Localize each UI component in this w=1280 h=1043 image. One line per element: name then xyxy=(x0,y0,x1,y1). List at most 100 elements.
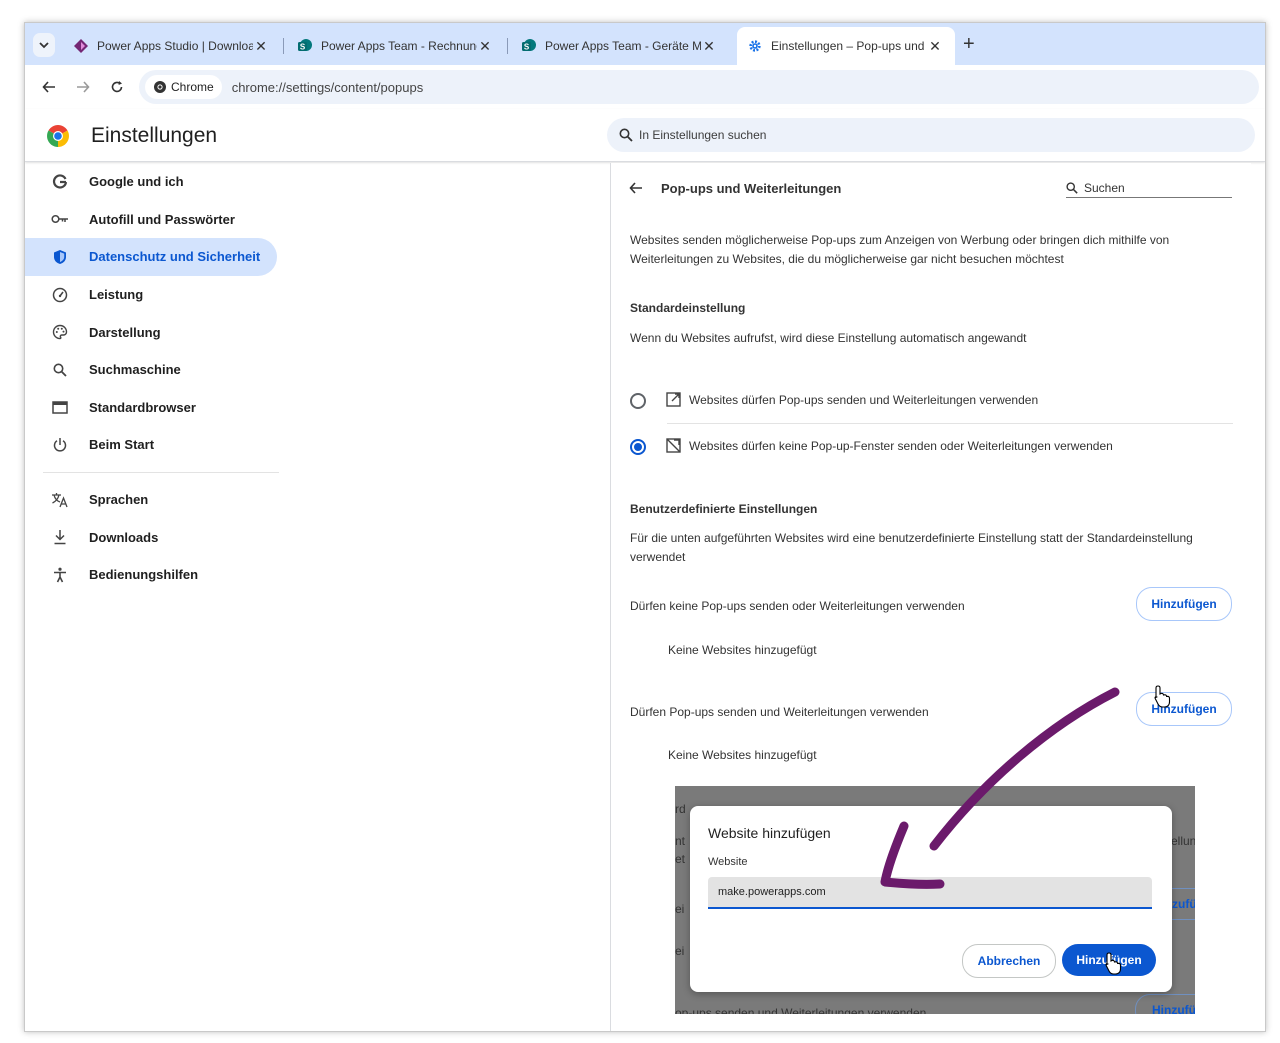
option-allow-label[interactable]: Websites dürfen Pop-ups senden und Weite… xyxy=(689,391,1038,410)
sidebar-item-appearance[interactable]: Darstellung xyxy=(25,313,277,351)
translate-icon xyxy=(51,491,69,509)
settings-gear-icon xyxy=(747,38,763,54)
arrow-right-icon xyxy=(77,81,90,93)
background-text: ei xyxy=(675,944,685,958)
settings-search-input[interactable]: In Einstellungen suchen xyxy=(607,118,1255,152)
tab-title: Power Apps Team - Rechnungen xyxy=(321,39,477,53)
search-icon xyxy=(1066,182,1078,194)
back-arrow-button[interactable] xyxy=(629,181,643,200)
allow-list-empty: Keine Websites hinzugefügt xyxy=(668,748,817,762)
reload-button[interactable] xyxy=(107,77,127,97)
palette-icon xyxy=(51,323,69,341)
sidebar-item-label: Sprachen xyxy=(89,492,149,508)
sidebar-item-label: Autofill und Passwörter xyxy=(89,211,235,227)
sidebar: Google und ich Autofill und Passwörter D… xyxy=(25,163,279,594)
sidebar-item-label: Suchmaschine xyxy=(89,362,181,378)
sidebar-item-languages[interactable]: Sprachen xyxy=(25,481,277,519)
block-list-label: Dürfen keine Pop-ups senden oder Weiterl… xyxy=(630,599,965,613)
chrome-logo-icon xyxy=(47,125,69,147)
tab-einstellungen[interactable]: Einstellungen – Pop-ups und W ✕ xyxy=(737,27,955,65)
tab-separator xyxy=(283,38,284,54)
search-icon xyxy=(619,128,633,142)
sidebar-item-search-engine[interactable]: Suchmaschine xyxy=(25,351,277,389)
allow-list-label: Dürfen Pop-ups senden und Weiterleitunge… xyxy=(630,705,929,719)
chevron-down-icon xyxy=(39,42,49,49)
sidebar-item-privacy[interactable]: Datenschutz und Sicherheit xyxy=(25,238,277,276)
settings-header: Einstellungen In Einstellungen suchen xyxy=(25,109,1265,162)
section-description: Websites senden möglicherweise Pop-ups z… xyxy=(630,233,1170,266)
background-button: Hinzufü xyxy=(1135,994,1195,1014)
background-text: ellun xyxy=(1171,834,1195,848)
radio-allow[interactable] xyxy=(630,393,646,409)
background-text: et xyxy=(675,852,686,866)
tab-title: Power Apps Team - Geräte Man xyxy=(545,39,701,53)
new-tab-button[interactable]: + xyxy=(963,33,975,56)
sidebar-item-label: Darstellung xyxy=(89,324,161,340)
tab-title: Einstellungen – Pop-ups und W xyxy=(771,39,927,53)
divider xyxy=(667,423,1233,424)
sidebar-item-on-startup[interactable]: Beim Start xyxy=(25,426,277,464)
arrow-left-icon xyxy=(629,182,642,194)
close-icon[interactable]: ✕ xyxy=(253,38,269,55)
reload-icon xyxy=(111,81,123,93)
sharepoint-icon: S xyxy=(521,38,537,54)
block-list-empty: Keine Websites hinzugefügt xyxy=(668,643,817,657)
search-icon xyxy=(51,361,69,379)
add-allow-site-button[interactable]: Hinzufügen xyxy=(1136,692,1232,726)
sidebar-item-label: Google und ich xyxy=(89,174,184,190)
tab-power-apps-studio[interactable]: Power Apps Studio | Download ✕ xyxy=(63,31,269,61)
tab-separator xyxy=(507,38,508,54)
chip-label: Chrome xyxy=(171,80,214,94)
background-text: op-ups senden und Weiterleitungen verwen… xyxy=(675,1006,927,1014)
popup-blocked-icon xyxy=(666,438,681,458)
sidebar-item-label: Beim Start xyxy=(89,437,155,453)
website-input[interactable]: make.powerapps.com xyxy=(708,877,1152,909)
sidebar-item-label: Bedienungshilfen xyxy=(89,567,199,583)
sidebar-item-google[interactable]: Google und ich xyxy=(25,163,277,201)
sidebar-item-default-browser[interactable]: Standardbrowser xyxy=(25,389,277,427)
site-info-chip[interactable]: Chrome xyxy=(145,75,222,99)
section-search-input[interactable]: Suchen xyxy=(1066,179,1232,198)
sidebar-item-label: Standardbrowser xyxy=(89,399,196,415)
url-text: chrome://settings/content/popups xyxy=(231,79,424,95)
tab-rechnungen[interactable]: S Power Apps Team - Rechnungen ✕ xyxy=(287,31,493,61)
browser-window-icon xyxy=(51,398,69,416)
key-icon xyxy=(51,210,69,228)
close-icon[interactable]: ✕ xyxy=(701,38,717,55)
page-title: Einstellungen xyxy=(91,124,218,147)
sidebar-item-downloads[interactable]: Downloads xyxy=(25,518,277,556)
option-block-label[interactable]: Websites dürfen keine Pop-up-Fenster sen… xyxy=(689,437,1113,456)
toolbar: Chrome chrome://settings/content/popups xyxy=(25,65,1265,109)
add-button[interactable]: Hinzufügen xyxy=(1062,944,1156,976)
google-g-icon xyxy=(51,173,69,191)
back-button[interactable] xyxy=(39,77,59,97)
radio-block[interactable] xyxy=(630,439,646,455)
address-bar[interactable]: Chrome chrome://settings/content/popups xyxy=(139,70,1259,104)
sidebar-item-accessibility[interactable]: Bedienungshilfen xyxy=(25,556,277,594)
sidebar-item-autofill[interactable]: Autofill und Passwörter xyxy=(25,201,277,239)
chrome-icon xyxy=(154,81,166,93)
tab-strip: Power Apps Studio | Download ✕ S Power A… xyxy=(25,23,1265,65)
dialog-title: Website hinzufügen xyxy=(708,825,831,841)
sharepoint-icon: S xyxy=(297,38,313,54)
search-placeholder: Suchen xyxy=(1084,181,1125,195)
background-button-label: zufü xyxy=(1172,897,1195,911)
close-icon[interactable]: ✕ xyxy=(477,38,493,55)
add-block-site-button[interactable]: Hinzufügen xyxy=(1136,587,1232,621)
download-icon xyxy=(51,528,69,546)
forward-button[interactable] xyxy=(73,77,93,97)
sidebar-item-label: Datenschutz und Sicherheit xyxy=(89,249,261,265)
background-text: ei xyxy=(675,902,685,916)
search-placeholder: In Einstellungen suchen xyxy=(639,128,767,142)
sidebar-item-performance[interactable]: Leistung xyxy=(25,276,277,314)
close-icon[interactable]: ✕ xyxy=(927,38,943,55)
default-heading: Standardeinstellung xyxy=(630,301,746,315)
default-subtitle: Wenn du Websites aufrufst, wird diese Ei… xyxy=(630,331,1027,345)
custom-subtitle: Für die unten aufgeführten Websites wird… xyxy=(630,531,1193,564)
add-website-dialog: Website hinzufügen Website make.powerapp… xyxy=(690,806,1172,992)
tab-geraete[interactable]: S Power Apps Team - Geräte Man ✕ xyxy=(511,31,717,61)
sidebar-item-label: Downloads xyxy=(89,529,159,545)
svg-text:S: S xyxy=(524,43,530,52)
cancel-button[interactable]: Abbrechen xyxy=(962,944,1056,978)
tab-search-button[interactable] xyxy=(33,33,55,57)
